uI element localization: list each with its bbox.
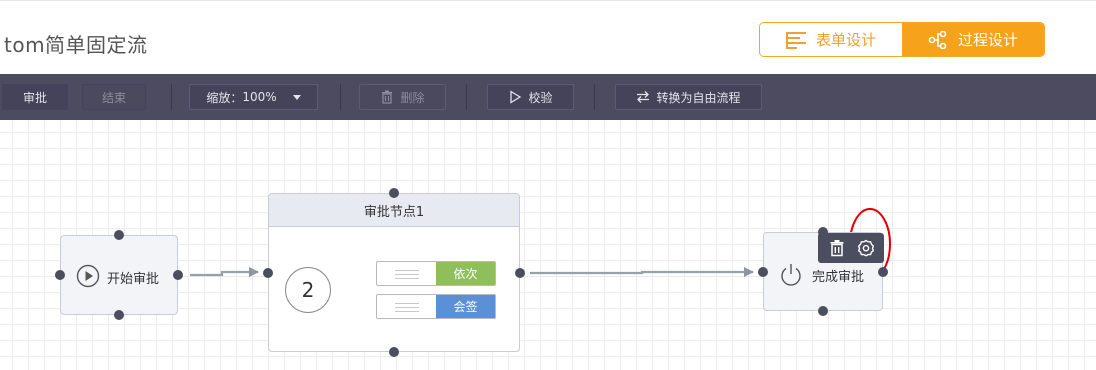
mode-countersign-button[interactable]: 会签 [436, 295, 495, 318]
end-node-port-bottom[interactable] [818, 306, 828, 316]
toolbar-divider [594, 84, 595, 110]
zoom-label: 缩放： [206, 90, 243, 105]
add-approve-label: 审批 [22, 90, 47, 105]
delete-button[interactable]: 删除 [359, 84, 446, 110]
gear-icon[interactable] [857, 239, 875, 257]
convert-free-flow-button[interactable]: 转换为自由流程 [615, 84, 762, 110]
tab-process-design-label: 过程设计 [957, 31, 1018, 49]
end-node-port-right[interactable] [878, 267, 888, 277]
add-end-label: 结束 [101, 90, 126, 105]
add-end-button[interactable]: 结束 [82, 84, 146, 110]
approve-node-port-top[interactable] [389, 188, 399, 198]
page-title: tom简单固定流 [4, 33, 148, 57]
start-node[interactable]: 开始审批 [60, 235, 178, 315]
chevron-down-icon [292, 94, 301, 100]
approve-node-title: 审批节点1 [269, 194, 519, 227]
zoom-select[interactable]: 缩放： 100% [189, 84, 318, 110]
trash-icon [382, 90, 393, 104]
connector-approve-to-end [530, 267, 754, 277]
end-node-label: 完成审批 [812, 270, 865, 285]
start-node-port-left[interactable] [55, 270, 65, 280]
mode-sequential-button[interactable]: 依次 [436, 262, 495, 285]
approve-node-port-right[interactable] [515, 268, 525, 278]
mode-countersign-field [377, 295, 436, 318]
toolbar-divider [171, 84, 172, 110]
trash-icon[interactable] [828, 239, 846, 257]
form-lines-icon [785, 31, 806, 49]
power-icon [781, 264, 801, 286]
validate-button[interactable]: 校验 [487, 84, 574, 110]
approve-node-port-left[interactable] [263, 268, 273, 278]
tab-form-design[interactable]: 表单设计 [760, 23, 902, 56]
play-outline-icon [510, 90, 522, 104]
approver-count: 2 [285, 267, 331, 313]
approve-node-port-bottom[interactable] [389, 347, 399, 357]
start-node-label: 开始审批 [107, 272, 160, 287]
start-node-port-top[interactable] [114, 230, 124, 240]
swap-arrows-icon [637, 91, 650, 103]
end-node-port-top[interactable] [818, 227, 828, 237]
connector-start-to-approve [190, 267, 259, 277]
convert-label: 转换为自由流程 [656, 90, 741, 105]
end-node-port-left[interactable] [758, 267, 768, 277]
tab-form-design-label: 表单设计 [815, 31, 876, 49]
toolbar-divider [466, 84, 467, 110]
validate-label: 校验 [528, 90, 553, 105]
mode-row-sequential[interactable]: 依次 [376, 261, 496, 286]
tab-process-design[interactable]: 过程设计 [902, 23, 1044, 56]
start-node-port-bottom[interactable] [114, 310, 124, 320]
design-mode-switch: 表单设计 过程设计 [759, 22, 1045, 57]
play-circle-icon [76, 264, 100, 288]
mode-row-countersign[interactable]: 会签 [376, 294, 496, 319]
toolbar-divider [340, 84, 341, 110]
node-action-popup [818, 233, 884, 263]
zoom-value: 100% [242, 90, 277, 104]
toolbar: 审批 结束 缩放： 100% 删除 校验 转换为自由流程 [0, 74, 1096, 120]
add-approve-button[interactable]: 审批 [2, 84, 68, 110]
header: tom简单固定流 表单设计 过程设计 [0, 0, 1096, 74]
flow-canvas[interactable]: 开始审批 审批节点1 2 依次 会签 完成审批 [0, 120, 1096, 370]
delete-label: 删除 [400, 90, 425, 105]
start-node-port-right[interactable] [173, 270, 183, 280]
flow-tree-icon [928, 30, 947, 49]
mode-sequential-field [377, 262, 436, 285]
